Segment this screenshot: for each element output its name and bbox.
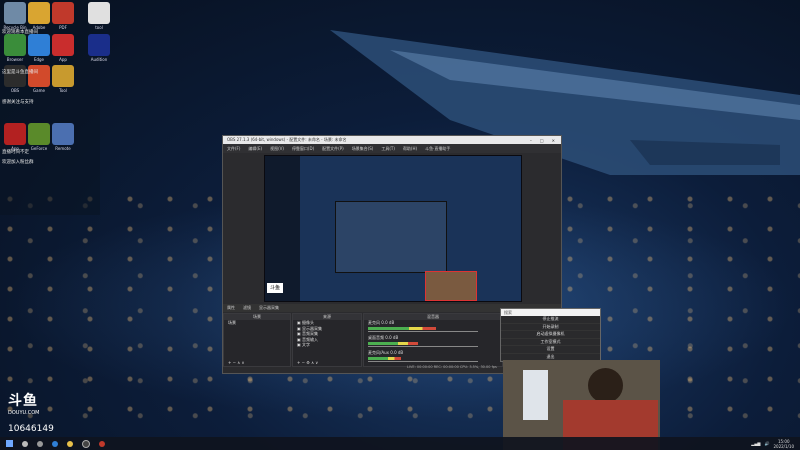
obs-context-menu: 搜索 停止推流 开始录制 启动虚拟摄像机 工作室模式 设置 退出: [500, 308, 601, 362]
mixer-channel: 麦克风 0.0 dB: [364, 320, 502, 335]
desktop-icon[interactable]: [52, 34, 74, 56]
desktop-icon[interactable]: [88, 2, 110, 24]
menu-item[interactable]: 工具(T): [381, 146, 395, 152]
obs-status-bar: LIVE: 00:00:00 REC: 00:00:00 CPU: 3.5%, …: [407, 365, 497, 369]
mixer-channel-label: 桌面音频 0.0 dB: [368, 335, 399, 340]
menu-item[interactable]: 停靠窗口(D): [292, 146, 314, 152]
desktop-icon[interactable]: [4, 34, 26, 56]
desktop-icon-label: Audition: [90, 57, 108, 62]
mixer-channel: 麦克风/Aux 0.0 dB: [364, 350, 502, 365]
scene-toolbar-button[interactable]: 滤镜: [243, 305, 251, 311]
desktop-icon[interactable]: [28, 34, 50, 56]
volume-icon[interactable]: 🔊: [765, 441, 770, 446]
preview-icon-strip: [265, 156, 300, 301]
menu-item[interactable]: 斗鱼·直播助手: [425, 146, 450, 152]
system-tray: ▂▄▆ 🔊 15:00 2022/1/10: [751, 439, 800, 449]
source-controls[interactable]: + − ⚙ ∧ ∨: [293, 360, 318, 366]
obs-preview[interactable]: 斗鱼: [264, 155, 522, 302]
mixer-channel: 桌面音频 0.0 dB: [364, 335, 502, 350]
desktop-icon[interactable]: [4, 123, 26, 145]
mixer-channel-label: 麦克风 0.0 dB: [368, 320, 395, 325]
mixer-channel-label: 麦克风/Aux 0.0 dB: [368, 350, 404, 355]
desktop-icon[interactable]: [52, 123, 74, 145]
desktop-note: 感谢关注与支持: [2, 100, 34, 105]
clock-date[interactable]: 2022/1/10: [773, 444, 794, 449]
taskbar: ▂▄▆ 🔊 15:00 2022/1/10: [0, 437, 800, 450]
volume-meter: [368, 327, 437, 330]
menu-item[interactable]: 编辑(E): [248, 146, 262, 152]
desktop-icon[interactable]: [4, 2, 26, 24]
context-menu-item[interactable]: 停止推流: [501, 316, 600, 324]
explorer-icon[interactable]: [67, 440, 73, 447]
volume-meter: [368, 342, 418, 345]
maximize-icon[interactable]: □: [540, 138, 544, 143]
start-icon[interactable]: [6, 440, 13, 447]
preview-webcam: [425, 271, 477, 301]
desktop-icon[interactable]: [28, 123, 50, 145]
webcam-person-head: [588, 368, 623, 403]
search-icon[interactable]: [22, 440, 28, 447]
app-taskbar-icon[interactable]: [99, 440, 105, 447]
desktop-background: Recycle Bin Adobe PDF tool Browser Edge App Aud…: [0, 0, 800, 450]
close-icon[interactable]: ✕: [552, 138, 555, 143]
obs-title: OBS 27.1.3 (64-bit, windows) - 配置文件: 未命名…: [227, 137, 347, 142]
menu-item[interactable]: 帮助(H): [403, 146, 417, 152]
desktop-icon[interactable]: [88, 34, 110, 56]
volume-slider[interactable]: [368, 331, 478, 332]
scene-controls[interactable]: + − ∧ ∨: [224, 360, 244, 366]
network-icon[interactable]: ▂▄▆: [751, 441, 760, 446]
context-menu-item[interactable]: 设置: [501, 346, 600, 354]
desktop-icon[interactable]: [28, 2, 50, 24]
volume-meter: [368, 357, 401, 360]
scene-toolbar-button[interactable]: 显示器采集: [259, 305, 279, 311]
minimize-icon[interactable]: –: [530, 138, 532, 143]
desktop-note: 欢迎观看本直播间: [2, 30, 38, 35]
room-id: 10646149: [8, 424, 54, 434]
context-menu-item[interactable]: 启动虚拟摄像机: [501, 331, 600, 339]
volume-slider[interactable]: [368, 346, 478, 347]
douyu-logo: 斗鱼: [8, 393, 38, 409]
desktop-icon-label: App: [59, 57, 67, 62]
scenes-dock: 场景 场景 + − ∧ ∨: [223, 313, 291, 367]
desktop-note: 直播时间不定: [2, 150, 29, 155]
context-menu-item[interactable]: 工作室模式: [501, 339, 600, 346]
menu-item[interactable]: 配置文件(P): [322, 146, 344, 152]
obs-taskbar-icon[interactable]: [82, 439, 90, 448]
menu-search-input[interactable]: 搜索: [501, 309, 600, 316]
mixer-dock: 混音器 麦克风 0.0 dB 桌面音频 0.0 dB 麦克风/Aux 0.0 dB: [363, 313, 503, 367]
scene-item[interactable]: 场景: [224, 320, 290, 326]
obs-titlebar[interactable]: OBS 27.1.3 (64-bit, windows) - 配置文件: 未命名…: [223, 136, 561, 144]
volume-slider[interactable]: [368, 361, 478, 362]
desktop-icon[interactable]: [52, 2, 74, 24]
desktop-note: 欢迎加入粉丝群: [2, 160, 34, 165]
preview-logo: 斗鱼: [267, 283, 283, 293]
menu-item[interactable]: 场景集合(S): [352, 146, 374, 152]
desktop-icon[interactable]: [28, 65, 50, 87]
desktop-note: 这里是斗鱼直播间: [2, 70, 38, 75]
menu-item[interactable]: 视图(V): [270, 146, 284, 152]
scene-toolbar-button[interactable]: 属性: [227, 305, 235, 311]
douyu-watermark: 斗鱼 DOUYU.COM 10646149: [8, 390, 54, 434]
edge-icon[interactable]: [52, 440, 58, 447]
desktop-icon-label: Tool: [59, 88, 67, 93]
nested-preview: [335, 201, 447, 273]
sources-dock: 来源 ▣ 摄像头 ▣ 显示器采集 ▣ 音频采集 ▣ 音频输入 ▣ 文字 + − ⚙ ∧ …: [292, 313, 362, 367]
webcam-bg-window: [523, 370, 548, 420]
desktop-icon[interactable]: [52, 65, 74, 87]
context-menu-item[interactable]: 开始录制: [501, 324, 600, 331]
taskview-icon[interactable]: [37, 440, 43, 447]
source-item[interactable]: ▣ 文字: [293, 342, 361, 348]
desktop-icon[interactable]: [4, 65, 26, 87]
menu-item[interactable]: 文件(F): [227, 146, 240, 152]
douyu-logo-sub: DOUYU.COM: [8, 410, 40, 416]
obs-menubar: 文件(F) 编辑(E) 视图(V) 停靠窗口(D) 配置文件(P) 场景集合(S) 工具(T…: [223, 144, 561, 153]
